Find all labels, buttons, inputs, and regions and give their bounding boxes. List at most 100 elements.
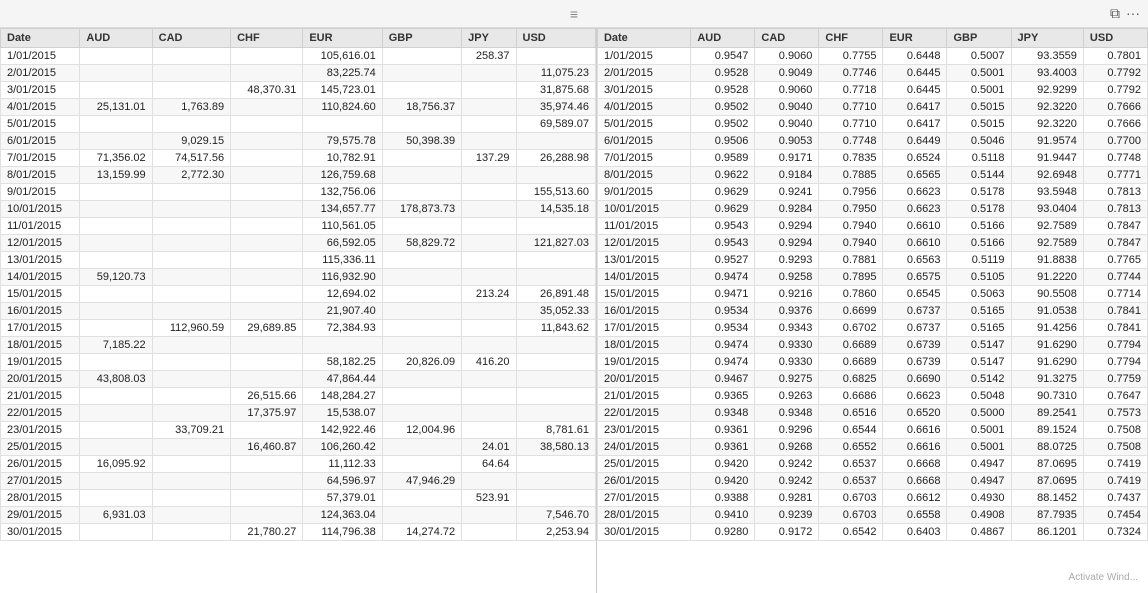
table-row: 10/01/20150.96290.92840.79500.66230.5178… [597,201,1147,218]
right-cell-r4-c4: 0.6417 [883,116,947,133]
left-cell-r12-c7 [516,252,595,269]
right-cell-r25-c4: 0.6668 [883,473,947,490]
right-cell-r7-c2: 0.9184 [755,167,819,184]
right-cell-r3-c5: 0.5015 [947,99,1011,116]
right-cell-r15-c1: 0.9534 [691,303,755,320]
left-cell-r15-c2 [152,303,230,320]
left-cell-r9-c0: 10/01/2015 [1,201,80,218]
right-cell-r10-c2: 0.9294 [755,218,819,235]
table-row: 17/01/2015112,960.5929,689.8572,384.9311… [1,320,596,337]
right-cell-r7-c7: 0.7771 [1083,167,1147,184]
left-cell-r11-c7: 121,827.03 [516,235,595,252]
left-cell-r3-c4: 110,824.60 [303,99,382,116]
left-cell-r2-c3: 48,370.31 [231,82,303,99]
table-row: 1/01/20150.95470.90600.77550.64480.50079… [597,48,1147,65]
left-cell-r15-c3 [231,303,303,320]
right-col-header-jpy: JPY [1011,29,1083,48]
right-col-header-cad: CAD [755,29,819,48]
left-cell-r5-c4: 79,575.78 [303,133,382,150]
left-cell-r21-c3: 17,375.97 [231,405,303,422]
right-cell-r2-c2: 0.9060 [755,82,819,99]
right-cell-r2-c7: 0.7792 [1083,82,1147,99]
right-cell-r0-c1: 0.9547 [691,48,755,65]
right-cell-r12-c6: 91.8838 [1011,252,1083,269]
left-table-panel[interactable]: DateAUDCADCHFEURGBPJPYUSD 1/01/2015105,6… [0,28,597,593]
left-cell-r8-c4: 132,756.06 [303,184,382,201]
left-cell-r27-c5 [382,507,461,524]
table-row: 9/01/2015132,756.06155,513.60 [1,184,596,201]
left-cell-r10-c3 [231,218,303,235]
left-cell-r3-c1: 25,131.01 [80,99,152,116]
table-row: 3/01/20150.95280.90600.77180.64450.50019… [597,82,1147,99]
right-col-header-date: Date [597,29,690,48]
left-cell-r2-c0: 3/01/2015 [1,82,80,99]
right-cell-r10-c6: 92.7589 [1011,218,1083,235]
right-table-panel[interactable]: DateAUDCADCHFEURGBPJPYUSD 1/01/20150.954… [597,28,1148,593]
right-cell-r26-c1: 0.9388 [691,490,755,507]
left-cell-r3-c6 [462,99,516,116]
right-cell-r13-c4: 0.6575 [883,269,947,286]
right-col-header-aud: AUD [691,29,755,48]
left-cell-r1-c6 [462,65,516,82]
left-cell-r7-c4: 126,759.68 [303,167,382,184]
left-cell-r22-c1 [80,422,152,439]
title-bar: ≡ ⧉ ··· [0,0,1148,28]
right-cell-r28-c4: 0.6403 [883,524,947,541]
table-row: 8/01/201513,159.992,772.30126,759.68 [1,167,596,184]
restore-icon[interactable]: ⧉ [1110,5,1120,22]
right-cell-r23-c4: 0.6616 [883,439,947,456]
left-cell-r2-c7: 31,875.68 [516,82,595,99]
table-row: 13/01/2015115,336.11 [1,252,596,269]
right-cell-r23-c1: 0.9361 [691,439,755,456]
right-cell-r5-c1: 0.9506 [691,133,755,150]
right-cell-r15-c6: 91.0538 [1011,303,1083,320]
right-cell-r13-c0: 14/01/2015 [597,269,690,286]
table-row: 16/01/201521,907.4035,052.33 [1,303,596,320]
right-cell-r2-c6: 92.9299 [1011,82,1083,99]
table-row: 12/01/20150.95430.92940.79400.66100.5166… [597,235,1147,252]
right-cell-r22-c0: 23/01/2015 [597,422,690,439]
left-cell-r4-c5 [382,116,461,133]
left-cell-r8-c0: 9/01/2015 [1,184,80,201]
left-cell-r10-c5 [382,218,461,235]
left-cell-r10-c7 [516,218,595,235]
right-cell-r10-c3: 0.7940 [819,218,883,235]
left-cell-r17-c4 [303,337,382,354]
left-cell-r14-c0: 15/01/2015 [1,286,80,303]
left-cell-r26-c6: 523.91 [462,490,516,507]
left-cell-r27-c1: 6,931.03 [80,507,152,524]
menu-icon[interactable]: ··· [1126,5,1140,22]
table-row: 26/01/201516,095.9211,112.3364.64 [1,456,596,473]
drag-handle[interactable]: ≡ [570,6,578,22]
right-table: DateAUDCADCHFEURGBPJPYUSD 1/01/20150.954… [597,28,1148,541]
right-cell-r12-c1: 0.9527 [691,252,755,269]
left-cell-r20-c3: 26,515.66 [231,388,303,405]
left-cell-r19-c0: 20/01/2015 [1,371,80,388]
right-cell-r14-c1: 0.9471 [691,286,755,303]
left-cell-r23-c7: 38,580.13 [516,439,595,456]
right-cell-r3-c0: 4/01/2015 [597,99,690,116]
right-cell-r21-c2: 0.9348 [755,405,819,422]
left-col-header-eur: EUR [303,29,382,48]
left-cell-r24-c1: 16,095.92 [80,456,152,473]
left-cell-r21-c6 [462,405,516,422]
left-cell-r9-c1 [80,201,152,218]
left-cell-r3-c0: 4/01/2015 [1,99,80,116]
right-cell-r24-c0: 25/01/2015 [597,456,690,473]
left-cell-r12-c1 [80,252,152,269]
right-cell-r7-c6: 92.6948 [1011,167,1083,184]
left-cell-r4-c6 [462,116,516,133]
right-cell-r27-c3: 0.6703 [819,507,883,524]
right-cell-r7-c5: 0.5144 [947,167,1011,184]
left-cell-r3-c3 [231,99,303,116]
left-cell-r0-c2 [152,48,230,65]
left-cell-r18-c0: 19/01/2015 [1,354,80,371]
left-table-header: DateAUDCADCHFEURGBPJPYUSD [1,29,596,48]
left-col-header-aud: AUD [80,29,152,48]
right-cell-r7-c3: 0.7885 [819,167,883,184]
table-row: 18/01/20157,185.22 [1,337,596,354]
left-col-header-usd: USD [516,29,595,48]
right-cell-r19-c1: 0.9467 [691,371,755,388]
left-cell-r20-c0: 21/01/2015 [1,388,80,405]
right-cell-r4-c1: 0.9502 [691,116,755,133]
